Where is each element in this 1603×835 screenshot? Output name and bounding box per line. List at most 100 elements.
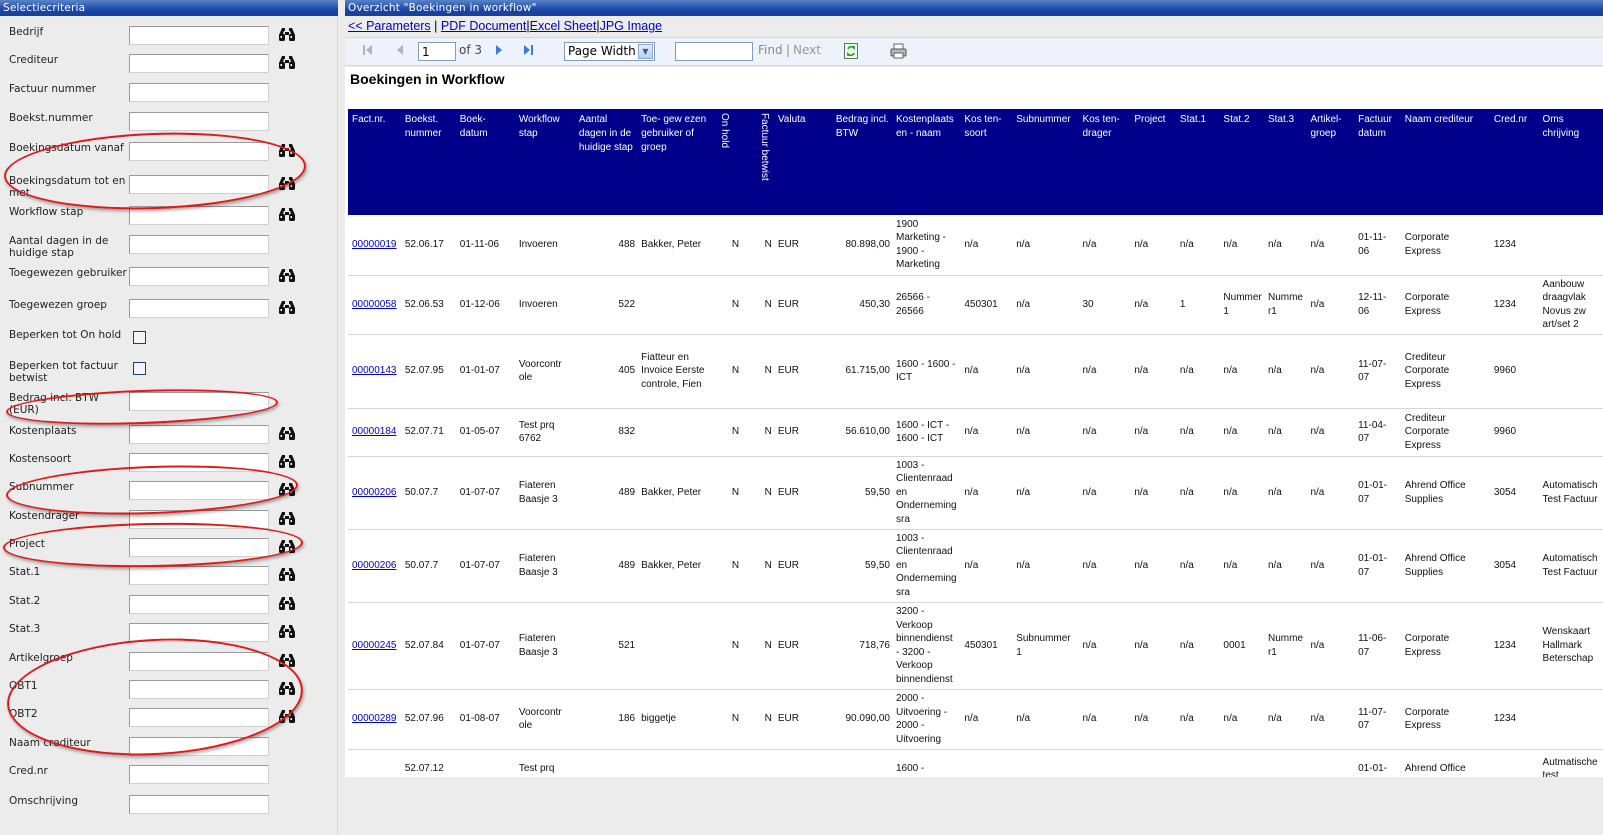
criteria-input[interactable]	[129, 652, 269, 671]
find-next-button[interactable]: Next	[793, 43, 821, 57]
zoom-select[interactable]: Page Width ▼	[564, 42, 655, 61]
table-cell: n/a	[1219, 689, 1264, 750]
invoice-link[interactable]: 00000184	[352, 426, 397, 437]
binoculars-icon[interactable]	[279, 27, 295, 41]
binoculars-icon[interactable]	[279, 300, 295, 314]
pdf-document-link[interactable]: PDF Document	[441, 19, 526, 33]
table-cell: n/a	[1078, 408, 1131, 457]
table-cell	[1306, 749, 1355, 777]
invoice-link[interactable]: 00000058	[352, 299, 397, 310]
parameters-link[interactable]: << Parameters	[348, 19, 431, 33]
find-input[interactable]	[675, 42, 753, 61]
binoculars-icon[interactable]	[279, 653, 295, 667]
table-cell: n/a	[1263, 689, 1307, 750]
table-cell: Test prq 6762	[514, 408, 575, 457]
invoice-link[interactable]: 00000245	[352, 640, 397, 651]
criteria-input[interactable]	[129, 54, 269, 73]
chevron-down-icon[interactable]: ▼	[638, 44, 653, 59]
column-header: Factuur betwist	[755, 109, 774, 215]
table-cell: n/a	[1306, 334, 1355, 409]
binoculars-icon[interactable]	[279, 143, 295, 157]
criteria-input[interactable]	[129, 795, 269, 814]
jpg-image-link[interactable]: JPG Image	[600, 19, 663, 33]
table-cell: n/a	[960, 456, 1013, 530]
table-cell: n/a	[1078, 602, 1131, 690]
refresh-icon[interactable]	[844, 43, 858, 62]
criteria-input[interactable]	[129, 392, 269, 411]
table-cell: Voorcontr ole	[514, 334, 575, 409]
criteria-input[interactable]	[129, 566, 269, 585]
criteria-input[interactable]	[129, 510, 269, 529]
criteria-input[interactable]	[129, 453, 269, 472]
criteria-input[interactable]	[129, 206, 269, 225]
criteria-input[interactable]	[129, 83, 269, 102]
binoculars-icon[interactable]	[279, 567, 295, 581]
table-cell: Wenskaart Hallmark Beterschap	[1538, 602, 1603, 690]
table-cell: n/a	[1012, 275, 1079, 335]
last-page-icon[interactable]	[522, 44, 534, 59]
binoculars-icon[interactable]	[279, 539, 295, 553]
criteria-input[interactable]	[129, 737, 269, 756]
criteria-input[interactable]	[129, 538, 269, 557]
table-cell: 00000143	[348, 334, 401, 409]
invoice-link[interactable]: 00000206	[352, 560, 397, 571]
criteria-input[interactable]	[129, 623, 269, 642]
table-cell: 488	[574, 215, 638, 276]
criteria-input[interactable]	[129, 481, 269, 500]
invoice-link[interactable]: 00000019	[352, 239, 397, 250]
binoculars-icon[interactable]	[279, 176, 295, 190]
invoice-link[interactable]: 00000289	[352, 713, 397, 724]
criteria-input[interactable]	[129, 680, 269, 699]
criteria-label: Toegewezen groep	[9, 299, 107, 311]
table-cell: N	[714, 408, 756, 457]
criteria-input[interactable]	[129, 26, 269, 45]
criteria-label: OBT2	[9, 708, 38, 720]
table-cell: 1234	[1489, 275, 1539, 335]
criteria-label: OBT1	[9, 680, 38, 692]
binoculars-icon[interactable]	[279, 454, 295, 468]
criteria-checkbox[interactable]	[133, 362, 146, 375]
table-cell: 01-01-	[1354, 749, 1401, 777]
print-icon[interactable]	[890, 43, 907, 62]
table-cell: 52.07.12	[400, 749, 456, 777]
find-button[interactable]: Find	[758, 43, 783, 57]
criteria-input[interactable]	[129, 112, 269, 131]
table-cell	[1538, 689, 1603, 750]
table-cell: 718,76	[831, 602, 892, 690]
criteria-checkbox[interactable]	[133, 331, 146, 344]
column-header: Cred.nr	[1489, 109, 1539, 215]
table-cell: n/a	[1078, 215, 1131, 276]
binoculars-icon[interactable]	[279, 268, 295, 282]
next-page-icon[interactable]	[494, 44, 504, 59]
criteria-input[interactable]	[129, 765, 269, 784]
binoculars-icon[interactable]	[279, 482, 295, 496]
previous-page-icon[interactable]	[395, 44, 405, 59]
page-number-input[interactable]	[418, 42, 456, 61]
invoice-link[interactable]: 00000143	[352, 365, 397, 376]
table-cell: 52.07.95	[400, 334, 456, 409]
first-page-icon[interactable]	[362, 44, 374, 59]
table-cell: n/a	[1078, 529, 1131, 603]
criteria-input[interactable]	[129, 235, 269, 254]
binoculars-icon[interactable]	[279, 709, 295, 723]
criteria-input[interactable]	[129, 142, 269, 161]
binoculars-icon[interactable]	[279, 596, 295, 610]
binoculars-icon[interactable]	[279, 511, 295, 525]
criteria-input[interactable]	[129, 595, 269, 614]
criteria-input[interactable]	[129, 425, 269, 444]
invoice-link[interactable]: 00000206	[352, 487, 397, 498]
binoculars-icon[interactable]	[279, 207, 295, 221]
table-cell: N	[755, 215, 774, 276]
excel-sheet-link[interactable]: Excel Sheet	[530, 19, 597, 33]
binoculars-icon[interactable]	[279, 426, 295, 440]
criteria-input[interactable]	[129, 299, 269, 318]
criteria-input[interactable]	[129, 175, 269, 194]
criteria-input[interactable]	[129, 708, 269, 727]
column-header: Stat.3	[1263, 109, 1307, 215]
table-cell: 832	[574, 408, 638, 457]
table-cell: 1234	[1489, 602, 1539, 690]
binoculars-icon[interactable]	[279, 624, 295, 638]
criteria-input[interactable]	[129, 267, 269, 286]
binoculars-icon[interactable]	[279, 681, 295, 695]
binoculars-icon[interactable]	[279, 55, 295, 69]
